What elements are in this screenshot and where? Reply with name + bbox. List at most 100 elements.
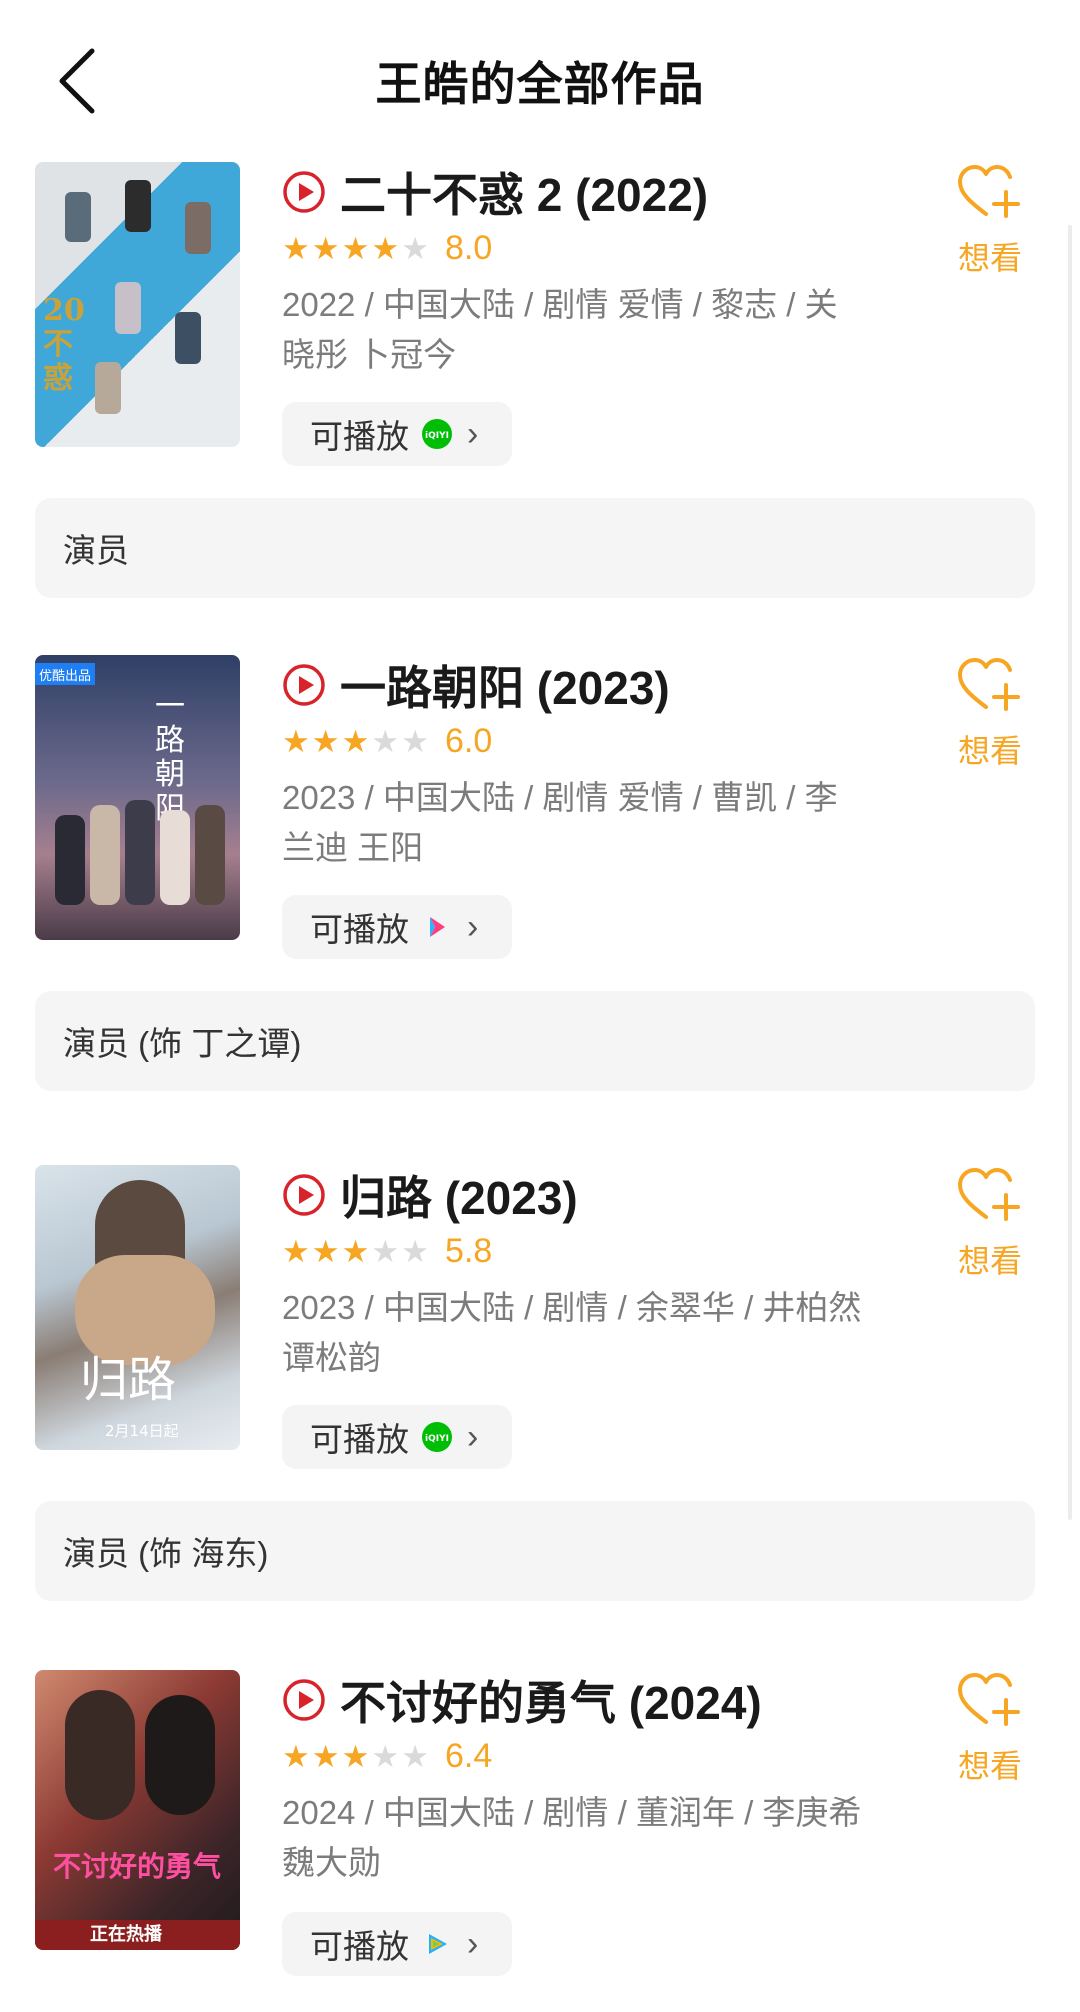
chevron-right-icon: › xyxy=(467,907,479,946)
star-rating: ★ ★ ★ ★ ★ xyxy=(282,1236,429,1267)
rating-row: ★ ★ ★ ★ ★ 6.0 xyxy=(282,721,492,761)
rating-value: 8.0 xyxy=(444,228,493,267)
star-filled-icon: ★ xyxy=(282,230,310,266)
playable-label: 可播放 xyxy=(310,1421,409,1458)
star-filled-icon: ★ xyxy=(282,1233,310,1269)
star-filled-icon: ★ xyxy=(341,723,370,759)
playable-button[interactable]: 可播放 › xyxy=(282,895,512,959)
rating-value: 5.8 xyxy=(444,1231,493,1270)
poster-image[interactable]: 优酷出品 一路朝阳 xyxy=(35,655,240,940)
work-title: 归路 (2023) xyxy=(340,1172,578,1224)
role-text: 演员 (饰 海东) xyxy=(63,1535,269,1572)
platform-text: iQIYI xyxy=(425,1434,449,1444)
heart-plus-icon xyxy=(958,165,1020,218)
star-filled-icon: ★ xyxy=(282,1738,310,1774)
heart-plus-icon xyxy=(958,1168,1020,1221)
poster-title: 归路 xyxy=(80,1352,177,1408)
star-empty-icon: ★ xyxy=(371,723,400,759)
play-circle-icon xyxy=(283,171,325,213)
rating-row: ★ ★ ★ ★ ★ 6.4 xyxy=(282,1736,492,1776)
title-row[interactable]: 一路朝阳 (2023) xyxy=(282,655,670,715)
want-to-watch-button[interactable]: 想看 xyxy=(950,162,1030,279)
work-title: 二十不惑 2 (2022) xyxy=(340,169,709,221)
title-row[interactable]: 不讨好的勇气 (2024) xyxy=(282,1670,762,1730)
star-empty-icon: ★ xyxy=(371,1738,400,1774)
work-meta: 2022 / 中国大陆 / 剧情 爱情 / 黎志 / 关晓彤 卜冠今 xyxy=(282,286,838,373)
star-empty-icon: ★ xyxy=(371,1233,400,1269)
poster-title: 不讨好的勇气 xyxy=(53,1850,222,1883)
iqiyi-icon: iQIYI xyxy=(422,419,452,449)
poster-image[interactable]: 不讨好的勇气 正在热播 xyxy=(35,1670,240,1950)
want-label: 想看 xyxy=(957,240,1022,276)
chevron-right-icon: › xyxy=(467,1924,479,1963)
poster-title: 20不惑 xyxy=(43,293,85,396)
playable-label: 可播放 xyxy=(310,418,409,455)
want-label: 想看 xyxy=(957,733,1022,769)
play-circle-icon xyxy=(283,1174,325,1216)
work-meta: 2024 / 中国大陆 / 剧情 / 董润年 / 李庚希 魏大勋 xyxy=(282,1794,862,1881)
work-meta: 2023 / 中国大陆 / 剧情 爱情 / 曹凯 / 李兰迪 王阳 xyxy=(282,779,838,866)
star-empty-icon: ★ xyxy=(401,723,429,759)
role-box: 演员 (饰 海东) xyxy=(35,1501,1035,1601)
star-filled-icon: ★ xyxy=(341,1738,370,1774)
star-empty-icon: ★ xyxy=(401,1738,429,1774)
top-bar: 王皓的全部作品 xyxy=(0,0,1080,160)
poster-image[interactable]: 归路 2月14日起 xyxy=(35,1165,240,1450)
playable-button[interactable]: 可播放 iQIYI › xyxy=(282,402,512,466)
star-empty-icon: ★ xyxy=(401,230,429,266)
rating-row: ★ ★ ★ ★ ★ 5.8 xyxy=(282,1231,492,1271)
rating-value: 6.0 xyxy=(444,721,493,760)
want-to-watch-button[interactable]: 想看 xyxy=(950,655,1030,772)
work-item[interactable]: 不讨好的勇气 正在热播 不讨好的勇气 (2024) ★ ★ ★ ★ ★ 6.4 2024… xyxy=(0,1670,1080,2012)
chevron-right-icon: › xyxy=(467,1417,479,1456)
role-text: 演员 (饰 丁之谭) xyxy=(63,1025,302,1062)
star-rating: ★ ★ ★ ★ ★ xyxy=(282,233,429,264)
star-filled-icon: ★ xyxy=(341,230,370,266)
want-to-watch-button[interactable]: 想看 xyxy=(950,1670,1030,1787)
want-to-watch-button[interactable]: 想看 xyxy=(950,1165,1030,1282)
playable-button[interactable]: 可播放 iQIYI › xyxy=(282,1405,512,1469)
page-title: 王皓的全部作品 xyxy=(375,58,705,110)
rating-row: ★ ★ ★ ★ ★ 8.0 xyxy=(282,228,492,268)
star-filled-icon: ★ xyxy=(311,1233,340,1269)
poster-badge: 正在热播 xyxy=(90,1924,162,1945)
want-label: 想看 xyxy=(957,1243,1022,1279)
work-title: 一路朝阳 (2023) xyxy=(340,662,670,714)
work-title: 不讨好的勇气 (2024) xyxy=(340,1677,762,1729)
role-text: 演员 xyxy=(63,532,129,569)
work-item[interactable]: 优酷出品 一路朝阳 一路朝阳 (2023) ★ ★ ★ ★ ★ 6.0 2023 / 中… xyxy=(0,655,1080,1115)
poster-badge: 优酷出品 xyxy=(39,669,92,684)
poster-badge: 2月14日起 xyxy=(105,1422,179,1440)
playable-label: 可播放 xyxy=(310,1928,409,1965)
star-rating: ★ ★ ★ ★ ★ xyxy=(282,1741,429,1772)
work-item[interactable]: 归路 2月14日起 归路 (2023) ★ ★ ★ ★ ★ 5.8 2023 / 中国大… xyxy=(0,1165,1080,1625)
star-filled-icon: ★ xyxy=(311,723,340,759)
work-item[interactable]: 20不惑 二十不惑 2 (2022) ★ ★ ★ ★ ★ 8.0 2022 / 中国大陆… xyxy=(0,162,1080,622)
want-label: 想看 xyxy=(957,1748,1022,1784)
heart-plus-icon xyxy=(958,1673,1020,1726)
play-circle-icon xyxy=(283,664,325,706)
rating-value: 6.4 xyxy=(444,1736,493,1775)
star-filled-icon: ★ xyxy=(341,1233,370,1269)
work-meta: 2023 / 中国大陆 / 剧情 / 余翠华 / 井柏然 谭松韵 xyxy=(282,1289,862,1376)
star-rating: ★ ★ ★ ★ ★ xyxy=(282,726,429,757)
poster-image[interactable]: 20不惑 xyxy=(35,162,240,447)
poster-title: 一路朝阳 xyxy=(155,689,185,826)
heart-plus-icon xyxy=(958,658,1020,711)
title-row[interactable]: 二十不惑 2 (2022) xyxy=(282,162,708,222)
playable-label: 可播放 xyxy=(310,911,409,948)
role-box: 演员 (饰 丁之谭) xyxy=(35,991,1035,1091)
star-filled-icon: ★ xyxy=(282,723,310,759)
playable-button[interactable]: 可播放 › xyxy=(282,1912,512,1976)
star-filled-icon: ★ xyxy=(311,1738,340,1774)
title-row[interactable]: 归路 (2023) xyxy=(282,1165,578,1225)
chevron-right-icon: › xyxy=(467,414,479,453)
platform-text: iQIYI xyxy=(425,431,449,441)
play-circle-icon xyxy=(283,1679,325,1721)
star-empty-icon: ★ xyxy=(401,1233,429,1269)
tencent-video-icon xyxy=(429,1934,447,1954)
star-filled-icon: ★ xyxy=(371,230,400,266)
role-box: 演员 xyxy=(35,498,1035,598)
iqiyi-icon: iQIYI xyxy=(422,1422,452,1452)
youku-icon xyxy=(430,917,445,937)
